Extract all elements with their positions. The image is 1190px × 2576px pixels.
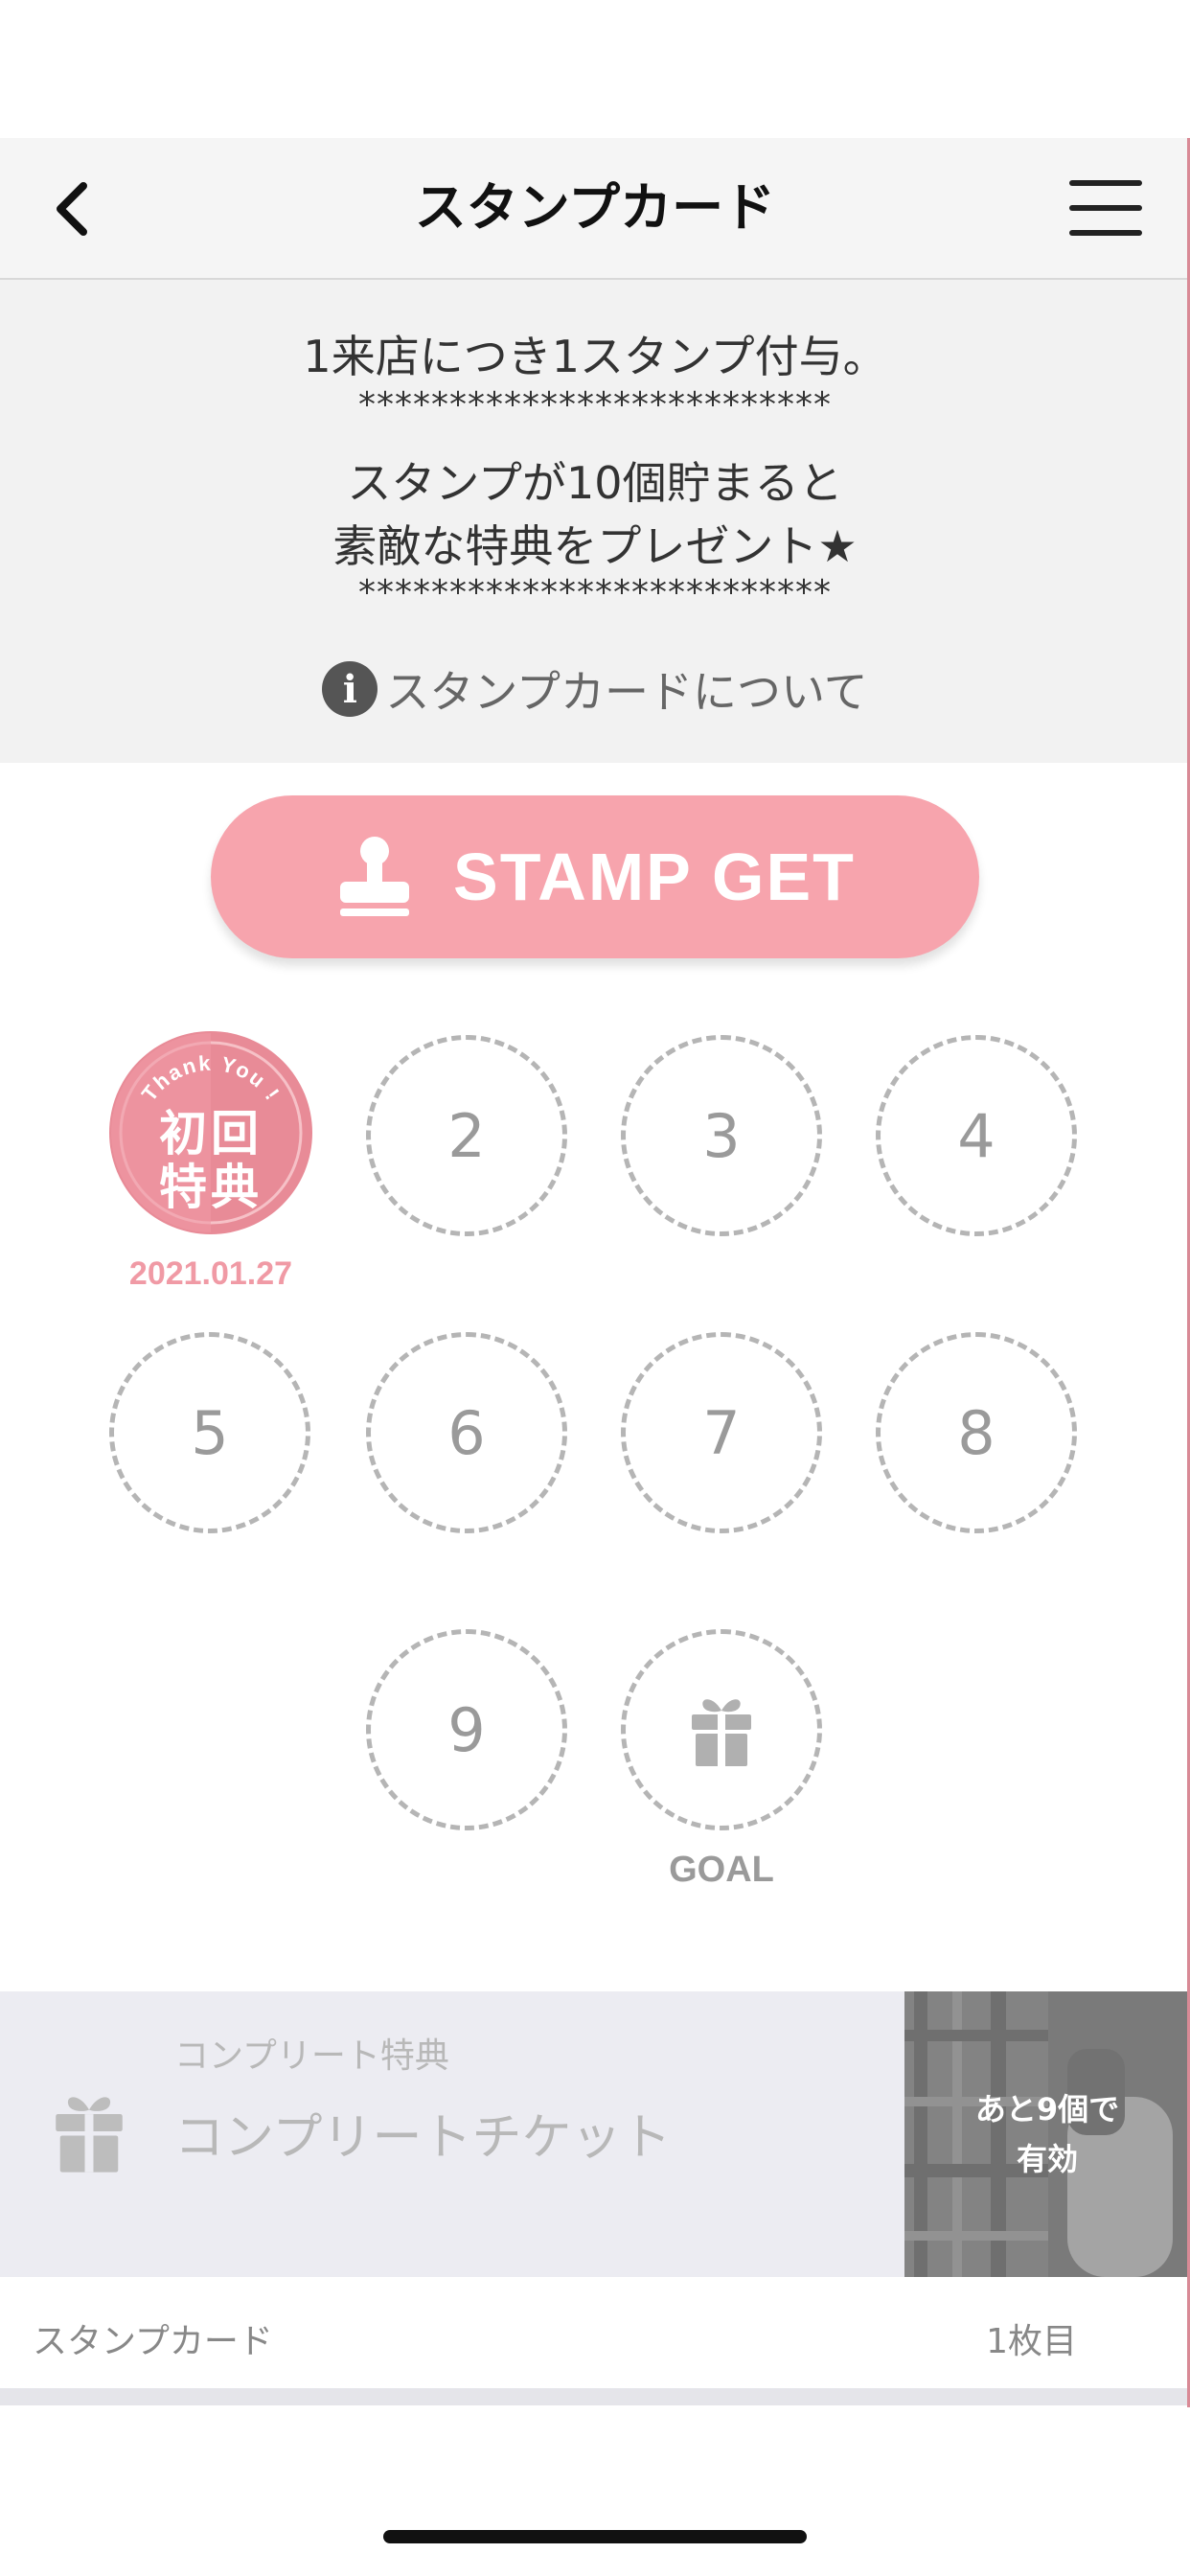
- stamp-slot: 8: [876, 1332, 1077, 1533]
- about-link-label: スタンプカードについて: [385, 666, 868, 718]
- info-section: 1来店につき1スタンプ付与。 *************************…: [0, 280, 1190, 763]
- stamp-slot: 4: [876, 1035, 1077, 1236]
- complete-reward-title: コンプリートチケット: [174, 2109, 672, 2167]
- reward-thumbnail-image: あと9個で 有効: [904, 1991, 1190, 2277]
- stamp-date: 2021.01.27: [128, 1255, 293, 1292]
- first-visit-stamp-graphic: Thank You ! 初回 特典: [111, 1033, 310, 1232]
- page-title: スタンプカード: [414, 177, 776, 238]
- card-count: 1枚目: [986, 2322, 1077, 2361]
- about-stamp-card-link[interactable]: i スタンプカードについて: [0, 656, 1190, 723]
- stamp-slot: 5: [109, 1332, 310, 1533]
- stamp-badge-line-1: 初回: [159, 1106, 263, 1162]
- remaining-text-line-1: あと9個で: [974, 2091, 1120, 2128]
- stamp-badge-line-2: 特典: [159, 1160, 263, 1215]
- stamp-get-label: STAMP GET: [453, 840, 856, 914]
- info-separator-top: **************************: [358, 385, 832, 425]
- complete-reward-section[interactable]: コンプリート特典 コンプリートチケット あと9個で 有効: [0, 1991, 1190, 2277]
- goal-slot: [621, 1629, 822, 1830]
- info-separator-bottom: **************************: [358, 573, 832, 612]
- complete-reward-caption: コンプリート特典: [174, 2036, 449, 2076]
- navigation-bar: スタンプカード: [0, 138, 1190, 280]
- remaining-overlay: あと9個で 有効: [904, 1991, 1190, 2277]
- stamp-slot: 7: [621, 1332, 822, 1533]
- stamp-slot: 2: [366, 1035, 567, 1236]
- info-line-1: 1来店につき1スタンプ付与。: [303, 331, 887, 382]
- hamburger-menu-icon[interactable]: [1069, 176, 1142, 240]
- stamp-icon: [340, 837, 410, 916]
- info-line-2: スタンプが10個貯まると: [347, 457, 843, 509]
- stamp-slot: 3: [621, 1035, 822, 1236]
- card-footer-label: スタンプカード: [33, 2322, 273, 2361]
- info-icon: i: [322, 661, 378, 717]
- info-line-3: 素敵な特典をプレゼント★: [332, 520, 858, 572]
- stamp-slot: 9: [366, 1629, 567, 1830]
- stamp-get-button[interactable]: STAMP GET: [211, 795, 979, 958]
- home-indicator[interactable]: [383, 2530, 807, 2543]
- stamp-slot: 6: [366, 1332, 567, 1533]
- gift-icon: [692, 1699, 751, 1766]
- complete-gift-icon: [56, 2097, 123, 2173]
- goal-label: GOAL: [669, 1850, 774, 1890]
- status-bar: [0, 0, 1190, 138]
- stamp-collected-badge: Thank You ! 初回 特典: [109, 1031, 312, 1234]
- remaining-text-line-2: 有効: [1016, 2141, 1078, 2177]
- card-footer: スタンプカード 1枚目: [0, 2277, 1190, 2405]
